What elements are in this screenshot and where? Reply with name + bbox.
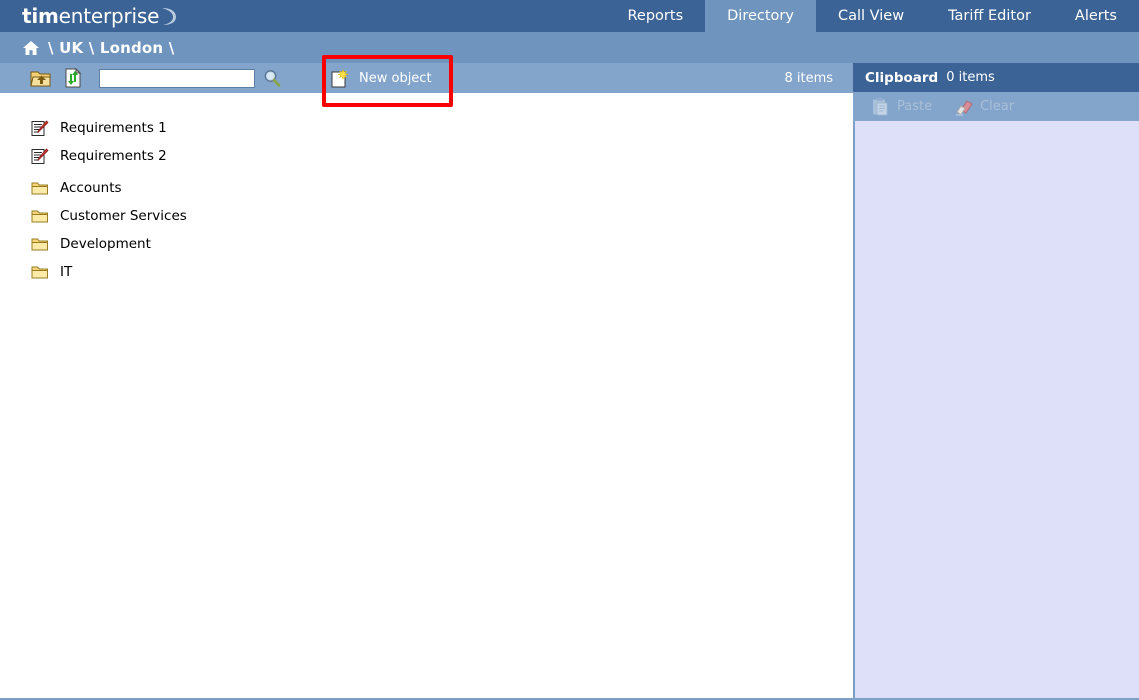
new-object-icon bbox=[331, 69, 349, 88]
search-input[interactable] bbox=[99, 69, 255, 88]
refresh-icon[interactable] bbox=[62, 68, 84, 88]
new-object-label: New object bbox=[359, 71, 432, 86]
folder-icon bbox=[30, 235, 50, 253]
list-item[interactable]: Accounts bbox=[0, 174, 853, 202]
list-item-label: IT bbox=[60, 264, 72, 280]
directory-list: Requirements 1 Requirements 2 bbox=[0, 93, 853, 286]
home-icon[interactable] bbox=[22, 40, 40, 56]
logo-text: timenterprise bbox=[22, 6, 159, 26]
clipboard-actions: Paste Clear bbox=[853, 92, 1139, 121]
logo-bold-part: tim bbox=[22, 4, 59, 28]
directory-content: Requirements 1 Requirements 2 bbox=[0, 93, 853, 699]
document-edit-icon bbox=[30, 119, 50, 137]
nav-tab-directory[interactable]: Directory bbox=[705, 0, 816, 32]
nav-tab-call-view[interactable]: Call View bbox=[816, 0, 926, 32]
folder-icon bbox=[30, 207, 50, 225]
clipboard-header: Clipboard 0 items bbox=[853, 63, 1139, 92]
clipboard-count: 0 items bbox=[946, 70, 995, 85]
document-edit-icon bbox=[30, 147, 50, 165]
clipboard-panel: Clipboard 0 items Paste bbox=[853, 63, 1139, 699]
directory-toolbar: New object 8 items bbox=[0, 63, 853, 93]
list-item-label: Development bbox=[60, 236, 151, 252]
folder-icon bbox=[30, 179, 50, 197]
magnifier-icon[interactable] bbox=[263, 69, 281, 87]
clear-label: Clear bbox=[980, 99, 1014, 114]
list-item-label: Requirements 1 bbox=[60, 120, 167, 136]
nav-tab-reports[interactable]: Reports bbox=[606, 0, 706, 32]
folder-icon bbox=[30, 263, 50, 281]
new-object-button[interactable]: New object bbox=[331, 66, 432, 90]
list-item[interactable]: Requirements 1 bbox=[0, 114, 853, 142]
clear-button[interactable]: Clear bbox=[954, 97, 1014, 116]
app-logo: timenterprise bbox=[0, 0, 177, 32]
list-item-label: Customer Services bbox=[60, 208, 187, 224]
item-count: 8 items bbox=[784, 71, 833, 86]
list-item[interactable]: Requirements 2 bbox=[0, 142, 853, 170]
eraser-icon bbox=[954, 97, 972, 116]
clipboard-body bbox=[853, 121, 1139, 699]
breadcrumb-path[interactable]: \ UK \ London \ bbox=[48, 39, 174, 57]
breadcrumb: \ UK \ London \ bbox=[0, 32, 1139, 63]
list-item[interactable]: Customer Services bbox=[0, 202, 853, 230]
list-item[interactable]: IT bbox=[0, 258, 853, 286]
list-item-label: Requirements 2 bbox=[60, 148, 167, 164]
list-item-label: Accounts bbox=[60, 180, 122, 196]
list-item[interactable]: Development bbox=[0, 230, 853, 258]
clipboard-title: Clipboard bbox=[865, 70, 938, 86]
clipboard-icon bbox=[871, 97, 889, 116]
app-header: timenterprise Reports Directory Call Vie… bbox=[0, 0, 1139, 32]
folder-up-icon[interactable] bbox=[30, 68, 52, 88]
nav-tab-tariff-editor[interactable]: Tariff Editor bbox=[926, 0, 1053, 32]
paste-button[interactable]: Paste bbox=[871, 97, 932, 116]
logo-regular-part: enterprise bbox=[59, 4, 160, 28]
nav-tab-alerts[interactable]: Alerts bbox=[1053, 0, 1139, 32]
swoosh-icon bbox=[160, 7, 177, 26]
main-nav: Reports Directory Call View Tariff Edito… bbox=[606, 0, 1139, 32]
paste-label: Paste bbox=[897, 99, 932, 114]
